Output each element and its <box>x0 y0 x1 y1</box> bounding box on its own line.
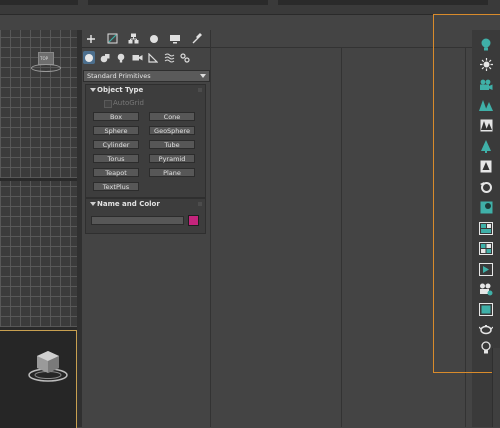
scrollbar[interactable] <box>492 348 500 427</box>
autogrid-label: AutoGrid <box>113 99 144 107</box>
trees-icon[interactable] <box>478 98 494 112</box>
viewport-perspective[interactable] <box>0 330 77 428</box>
object-type-title: Object Type <box>97 86 144 94</box>
modify-icon[interactable] <box>105 32 119 45</box>
forest-icon[interactable] <box>478 118 494 132</box>
shapes-icon[interactable] <box>99 51 111 64</box>
helpers-icon[interactable] <box>147 51 159 64</box>
collapse-triangle-icon <box>90 88 96 92</box>
name-and-color-rollout: Name and Color <box>85 198 206 234</box>
texture-icon[interactable] <box>478 200 494 214</box>
tree-icon[interactable] <box>478 139 494 153</box>
category-dropdown[interactable]: Standard Primitives <box>83 70 210 82</box>
textplus-button[interactable]: TextPlus <box>93 182 139 191</box>
column-divider[interactable] <box>210 30 211 427</box>
viewcube-label: TOP <box>40 56 49 61</box>
cameras-icon[interactable] <box>478 282 494 296</box>
viewcube-icon[interactable] <box>26 348 70 384</box>
teapot-icon[interactable] <box>478 322 494 336</box>
sphere-button[interactable]: Sphere <box>93 126 139 135</box>
utilities-icon[interactable] <box>189 32 203 45</box>
render-icon[interactable] <box>478 262 494 276</box>
autogrid-checkbox[interactable]: AutoGrid <box>104 99 144 108</box>
teapot-button[interactable]: Teapot <box>93 168 139 177</box>
cylinder-button[interactable]: Cylinder <box>93 140 139 149</box>
category-dropdown-value: Standard Primitives <box>87 72 151 80</box>
name-and-color-header[interactable]: Name and Color <box>86 199 205 210</box>
object-type-rollout: Object Type AutoGrid Box Cone Sphere Geo… <box>85 84 206 198</box>
motion-icon[interactable] <box>147 32 161 45</box>
title-bar <box>0 0 500 14</box>
title-bar-segment <box>278 0 488 5</box>
name-and-color-title: Name and Color <box>97 200 160 208</box>
cameras-icon[interactable] <box>131 51 143 64</box>
divider <box>0 14 500 15</box>
divider <box>82 47 210 48</box>
display-icon[interactable] <box>168 32 182 45</box>
geosphere-button[interactable]: GeoSphere <box>149 126 195 135</box>
viewcube-ring <box>31 64 61 72</box>
object-name-field[interactable] <box>91 216 184 225</box>
object-color-swatch[interactable] <box>188 215 199 226</box>
title-bar-segment <box>0 0 78 5</box>
drag-handle-icon[interactable] <box>198 88 202 92</box>
rotate-arrow-icon[interactable] <box>478 180 494 194</box>
chevron-down-icon <box>200 74 206 78</box>
title-bar-segment <box>88 0 268 5</box>
camera-icon[interactable] <box>478 78 494 92</box>
layout-icon[interactable] <box>478 221 494 235</box>
panel-divider[interactable] <box>77 30 82 427</box>
panel-empty-area <box>85 234 206 427</box>
viewport-top[interactable]: TOP <box>0 30 77 178</box>
column-divider[interactable] <box>341 48 342 427</box>
lights-icon[interactable] <box>115 51 127 64</box>
systems-icon[interactable] <box>179 51 191 64</box>
light-bulb-icon[interactable] <box>478 37 494 51</box>
grid-icon[interactable] <box>478 241 494 255</box>
window-icon[interactable] <box>478 302 494 316</box>
create-icon[interactable] <box>84 32 98 45</box>
space-warps-icon[interactable] <box>163 51 175 64</box>
pyramid-button[interactable]: Pyramid <box>149 154 195 163</box>
viewport-front[interactable] <box>0 181 77 327</box>
checkbox-box[interactable] <box>104 100 112 108</box>
tree-box-icon[interactable] <box>478 159 494 173</box>
plane-button[interactable]: Plane <box>149 168 195 177</box>
drag-handle-icon[interactable] <box>198 202 202 206</box>
collapse-triangle-icon <box>90 202 96 206</box>
tube-button[interactable]: Tube <box>149 140 195 149</box>
hierarchy-icon[interactable] <box>126 32 140 45</box>
cone-button[interactable]: Cone <box>149 112 195 121</box>
sun-icon[interactable] <box>478 57 494 71</box>
geometry-icon[interactable] <box>83 51 95 64</box>
object-type-header[interactable]: Object Type <box>86 85 205 96</box>
create-sub-tabs <box>82 50 210 66</box>
box-button[interactable]: Box <box>93 112 139 121</box>
command-panel-tabs <box>82 30 210 48</box>
torus-button[interactable]: Torus <box>93 154 139 163</box>
